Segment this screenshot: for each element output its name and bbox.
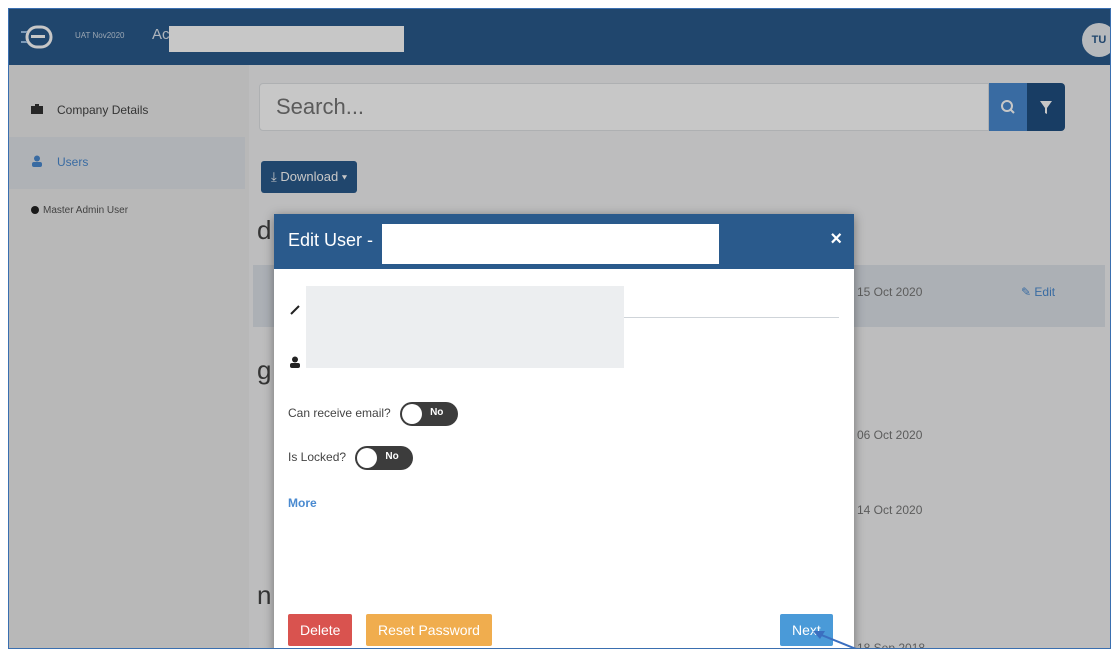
app-window: UAT Nov2020 Ac TU Company Details Users … xyxy=(8,8,1111,649)
annotation-arrow-icon xyxy=(813,631,857,648)
